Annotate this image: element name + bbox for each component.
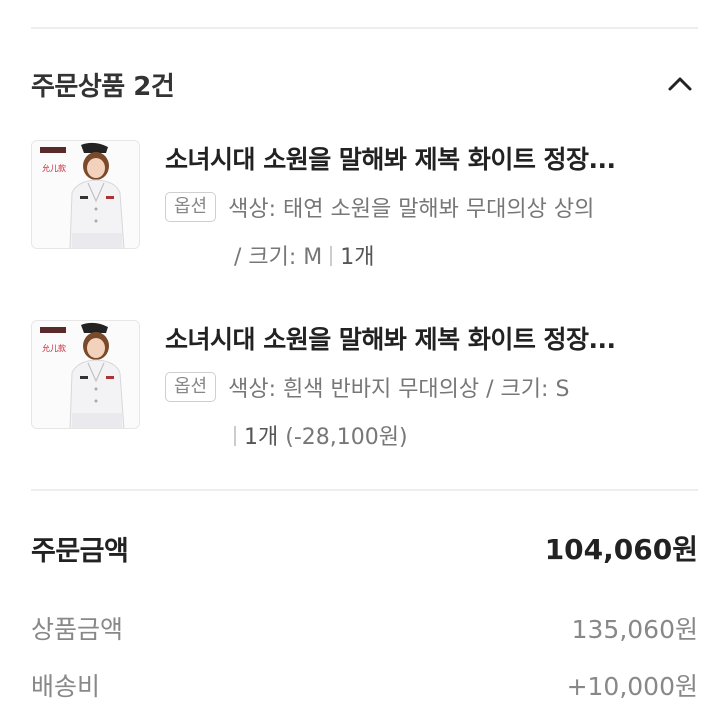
product-thumbnail[interactable]: 允儿款 [31, 140, 140, 249]
shipping-fee-row: 배송비 +10,000원 [31, 665, 698, 705]
option-badge: 옵션 [165, 372, 217, 402]
chevron-up-icon[interactable] [662, 66, 698, 102]
order-total-label: 주문금액 [31, 535, 129, 567]
top-divider [31, 27, 698, 29]
product-name[interactable]: 소녀시대 소원을 말해봐 제복 화이트 정장... [165, 320, 697, 360]
product-amount-row: 상품금액 135,060원 [31, 608, 698, 648]
order-items-title: 주문상품 2건 [31, 71, 175, 102]
option-badge: 옵션 [165, 192, 217, 222]
product-amount-value: 135,060원 [571, 615, 698, 644]
separator [234, 426, 236, 446]
shipping-fee-label: 배송비 [31, 672, 101, 701]
thumb-caption: 允儿款 [42, 163, 66, 173]
option-line: 옵션 색상: 태연 소원을 말해봐 무대의상 상의 / 크기: M 1개 [165, 186, 697, 282]
order-total-value: 104,060원 [544, 533, 698, 566]
thumb-caption: 允儿款 [42, 343, 66, 353]
quantity: 1개 [244, 425, 279, 450]
product-name[interactable]: 소녀시대 소원을 말해봐 제복 화이트 정장... [165, 140, 697, 180]
option-text: 색상: 흰색 반바지 무대의상 / 크기: S [228, 377, 570, 402]
option-size: / 크기: M [234, 245, 323, 270]
option-text: 색상: 태연 소원을 말해봐 무대의상 상의 [228, 197, 595, 222]
product-amount-label: 상품금액 [31, 615, 124, 644]
summary-divider [31, 489, 698, 491]
option-line: 옵션 색상: 흰색 반바지 무대의상 / 크기: S 1개 (-28,100원) [165, 366, 697, 462]
price-note: (-28,100원) [285, 425, 408, 450]
shipping-fee-value: +10,000원 [566, 672, 698, 701]
quantity: 1개 [340, 245, 375, 270]
product-thumbnail[interactable]: 允儿款 [31, 320, 140, 429]
order-items-header[interactable]: 주문상품 2건 [31, 58, 698, 110]
order-total-row: 주문금액 104,060원 [31, 528, 698, 568]
separator [330, 246, 333, 266]
